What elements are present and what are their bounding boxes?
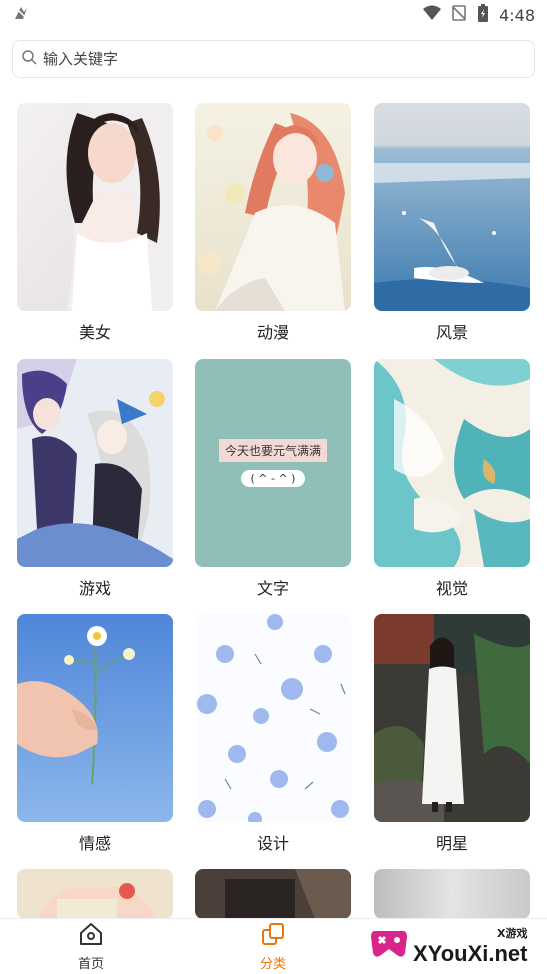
- category-label: 明星: [435, 834, 468, 853]
- category-icon: [260, 921, 286, 951]
- notification-icon: [12, 4, 30, 26]
- category-thumbnail: [17, 359, 173, 567]
- tab-home[interactable]: 首页: [0, 919, 182, 974]
- tab-label: 分类: [259, 957, 286, 972]
- category-card-scenery[interactable]: 风景: [374, 103, 530, 345]
- text-card-line2: ( ^ - ^ ): [240, 470, 306, 487]
- wifi-icon: [423, 5, 442, 25]
- watermark-text: XYouXi.net: [413, 941, 528, 966]
- category-card-beauty[interactable]: 美女: [17, 103, 173, 345]
- status-bar: 4:48: [0, 0, 547, 30]
- text-card-line1: 今天也要元气满满: [218, 439, 327, 462]
- category-card-emotion[interactable]: 情感: [17, 614, 173, 856]
- category-card-games[interactable]: 游戏: [17, 359, 173, 601]
- search-bar[interactable]: [12, 40, 535, 78]
- category-thumbnail: 今天也要元气满满 ( ^ - ^ ): [195, 359, 351, 567]
- category-card-visual[interactable]: 视觉: [374, 359, 530, 601]
- category-label: 设计: [256, 834, 289, 853]
- category-thumbnail: [195, 869, 351, 919]
- category-label: 游戏: [78, 579, 111, 598]
- search-input[interactable]: [43, 50, 523, 68]
- category-card-partial[interactable]: [195, 869, 351, 919]
- tab-category[interactable]: 分类: [182, 919, 364, 974]
- category-thumbnail: [17, 614, 173, 822]
- category-thumbnail: [17, 869, 173, 919]
- category-thumbnail: [195, 614, 351, 822]
- category-label: 文字: [256, 579, 289, 598]
- category-label: 风景: [435, 323, 468, 342]
- status-time: 4:48: [499, 5, 535, 25]
- category-label: 美女: [78, 323, 111, 342]
- category-thumbnail: [374, 359, 530, 567]
- category-card-celebrity[interactable]: 明星: [374, 614, 530, 856]
- category-thumbnail: [374, 614, 530, 822]
- tab-label: 首页: [77, 957, 104, 972]
- watermark-small: X游戏: [497, 927, 528, 940]
- category-card-partial[interactable]: [374, 869, 530, 919]
- category-thumbnail: [17, 103, 173, 311]
- search-icon: [21, 49, 37, 69]
- category-card-partial[interactable]: [17, 869, 173, 919]
- category-thumbnail: [374, 103, 530, 311]
- category-thumbnail: [195, 103, 351, 311]
- gamepad-logo-icon: [369, 927, 409, 965]
- category-label: 视觉: [435, 579, 468, 598]
- category-thumbnail: [374, 869, 530, 919]
- category-card-text[interactable]: 今天也要元气满满 ( ^ - ^ ) 文字: [195, 359, 351, 601]
- battery-icon: [477, 4, 489, 26]
- category-label: 动漫: [256, 323, 289, 342]
- category-card-anime[interactable]: 动漫: [195, 103, 351, 345]
- home-icon: [78, 921, 104, 951]
- category-label: 情感: [78, 834, 111, 853]
- site-watermark: X游戏 XYouXi.net: [369, 918, 539, 974]
- no-sim-icon: [451, 5, 467, 25]
- category-card-design[interactable]: 设计: [195, 614, 351, 856]
